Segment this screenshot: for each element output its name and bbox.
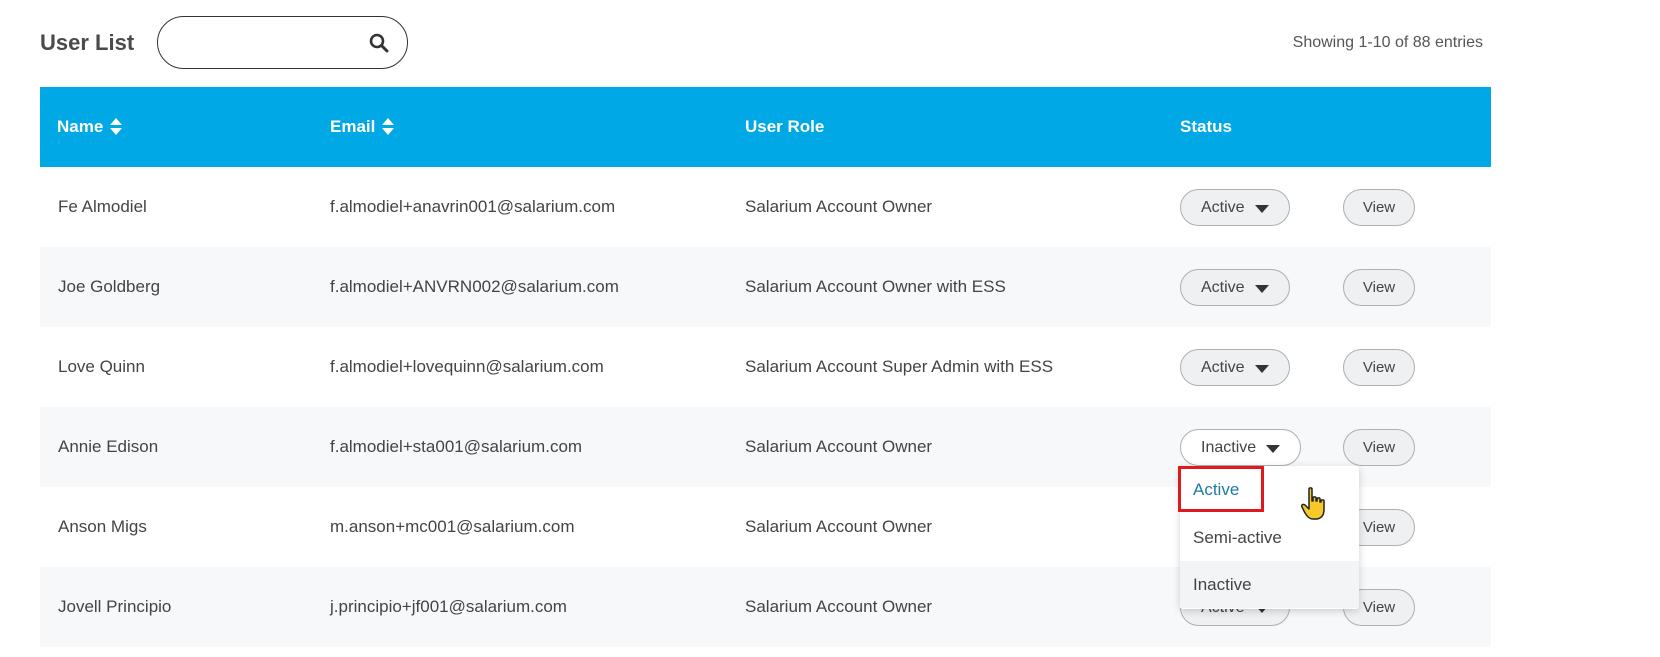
- view-button[interactable]: View: [1343, 429, 1415, 466]
- user-name: Jovell Principio: [58, 597, 172, 616]
- status-dropdown[interactable]: Active: [1180, 349, 1290, 386]
- user-name: Love Quinn: [58, 357, 145, 376]
- search-icon[interactable]: [369, 33, 389, 53]
- user-name: Joe Goldberg: [58, 277, 161, 296]
- dropdown-option-semi-active[interactable]: Semi-active: [1180, 514, 1359, 561]
- caret-down-icon: [1255, 205, 1269, 213]
- view-button[interactable]: View: [1343, 349, 1415, 386]
- status-dropdown[interactable]: Inactive: [1180, 429, 1301, 466]
- table-header: Name Email User Role Status: [40, 87, 1491, 167]
- page-title: User List: [40, 30, 135, 55]
- user-role: Salarium Account Owner: [745, 197, 933, 216]
- column-header-email-label: Email: [330, 117, 376, 136]
- user-email: f.almodiel+sta001@salarium.com: [330, 437, 583, 456]
- view-button[interactable]: View: [1343, 189, 1415, 226]
- user-name: Annie Edison: [58, 437, 159, 456]
- caret-down-icon: [1255, 285, 1269, 293]
- status-value: Inactive: [1201, 438, 1257, 456]
- entries-count: Showing 1-10 of 88 entries: [1292, 34, 1483, 51]
- user-role: Salarium Account Owner with ESS: [745, 277, 1006, 296]
- status-dropdown[interactable]: Active: [1180, 189, 1290, 226]
- column-header-status-label: Status: [1180, 117, 1232, 136]
- column-header-role: User Role: [745, 117, 824, 137]
- sort-icon[interactable]: [109, 117, 123, 137]
- user-name: Anson Migs: [58, 517, 147, 536]
- column-header-name-label: Name: [57, 117, 104, 136]
- caret-down-icon: [1266, 445, 1280, 453]
- column-header-role-label: User Role: [745, 117, 825, 136]
- user-email: f.almodiel+lovequinn@salarium.com: [330, 357, 604, 376]
- search-input[interactable]: [176, 29, 356, 57]
- dropdown-option-active[interactable]: Active: [1180, 466, 1359, 513]
- status-dropdown[interactable]: Active: [1180, 269, 1290, 306]
- column-header-name[interactable]: Name: [57, 117, 123, 137]
- user-role: Salarium Account Owner: [745, 437, 933, 456]
- user-email: f.almodiel+anavrin001@salarium.com: [330, 197, 616, 216]
- table-row: Joe Goldberg f.almodiel+ANVRN002@salariu…: [40, 247, 1491, 327]
- status-value: Active: [1201, 198, 1245, 216]
- status-value: Active: [1201, 358, 1245, 376]
- user-role: Salarium Account Super Admin with ESS: [745, 357, 1054, 376]
- toolbar: User List Showing 1-10 of 88 entries: [40, 16, 1490, 70]
- user-role: Salarium Account Owner: [745, 597, 933, 616]
- user-email: j.principio+jf001@salarium.com: [330, 597, 567, 616]
- table-row: Fe Almodiel f.almodiel+anavrin001@salari…: [40, 167, 1491, 247]
- status-dropdown-menu: Active Semi-active Inactive: [1180, 466, 1359, 609]
- user-name: Fe Almodiel: [58, 197, 147, 216]
- hand-pointer-icon: [1301, 487, 1325, 520]
- caret-down-icon: [1255, 365, 1269, 373]
- view-button[interactable]: View: [1343, 269, 1415, 306]
- user-role: Salarium Account Owner: [745, 517, 933, 536]
- dropdown-option-inactive[interactable]: Inactive: [1180, 561, 1359, 608]
- user-email: f.almodiel+ANVRN002@salarium.com: [330, 277, 619, 296]
- user-email: m.anson+mc001@salarium.com: [330, 517, 575, 536]
- search-box[interactable]: [157, 16, 408, 69]
- sort-icon[interactable]: [381, 117, 395, 137]
- column-header-status: Status: [1180, 117, 1232, 137]
- status-value: Active: [1201, 278, 1245, 296]
- table-row: Love Quinn f.almodiel+lovequinn@salarium…: [40, 327, 1491, 407]
- column-header-email[interactable]: Email: [330, 117, 395, 137]
